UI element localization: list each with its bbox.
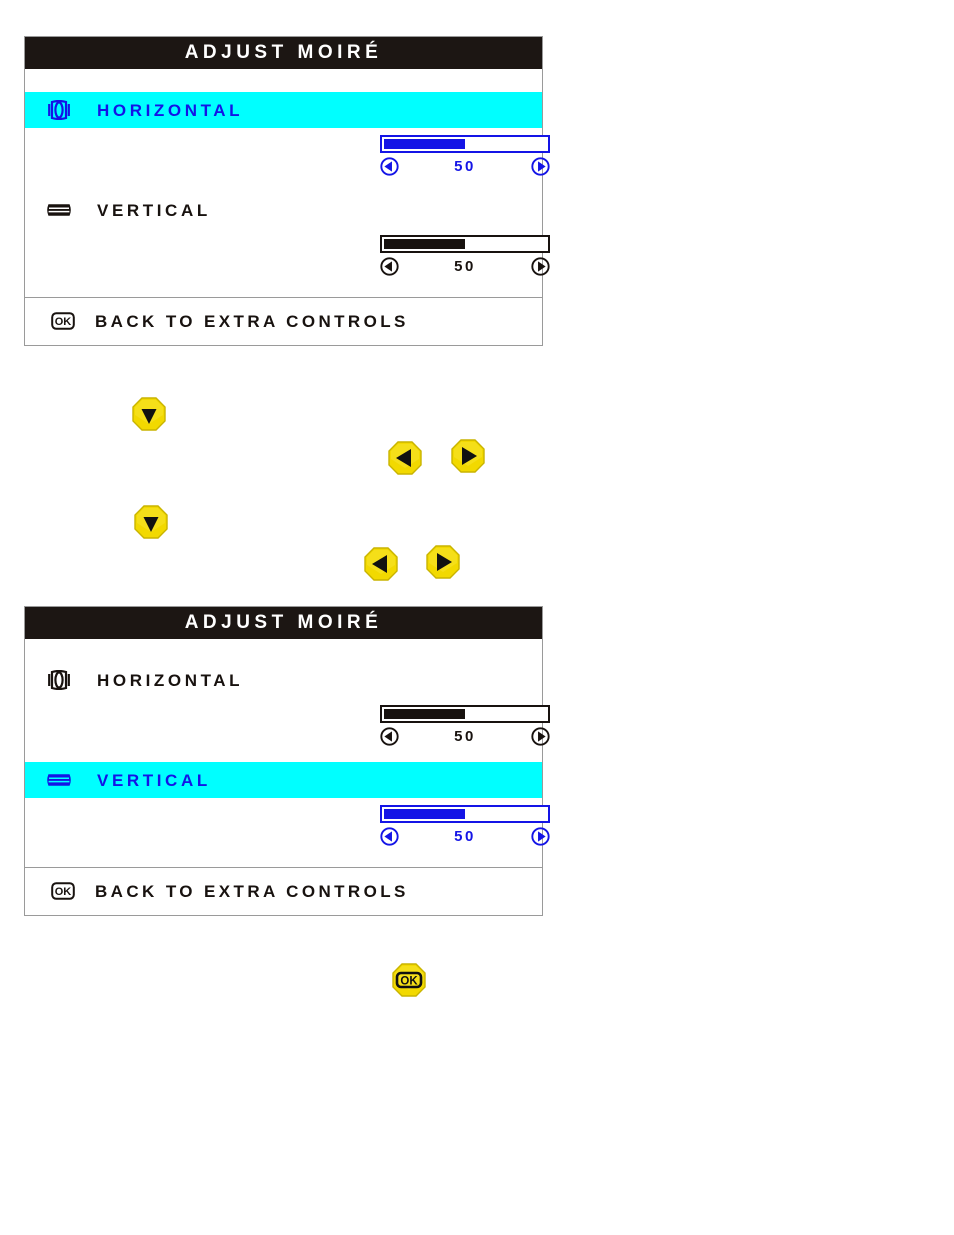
menu-item-label: HORIZONTAL (97, 100, 244, 120)
svg-text:OK: OK (55, 316, 72, 328)
horizontal-control-block: 50 (25, 128, 550, 178)
slider-fill (384, 239, 465, 249)
menu-item-back-to-extra-controls[interactable]: OK BACK TO EXTRA CONTROLS (25, 298, 542, 345)
increase-arrow-icon[interactable] (531, 257, 550, 276)
osd-panel-moire-horizontal-selected: ADJUST MOIRÉ HORIZONTAL 50 VERTICAL 50 O… (24, 36, 550, 346)
decrease-arrow-icon[interactable] (380, 727, 399, 746)
mid-spacer (25, 748, 542, 762)
moire-horizontal-icon (47, 100, 71, 120)
menu-item-back-to-extra-controls[interactable]: OK BACK TO EXTRA CONTROLS (25, 868, 542, 915)
horizontal-slider[interactable] (380, 705, 550, 723)
menu-item-label: VERTICAL (97, 200, 211, 220)
panel-title: ADJUST MOIRÉ (25, 607, 542, 639)
top-spacer (25, 69, 542, 92)
menu-item-label: VERTICAL (97, 770, 211, 790)
increase-arrow-icon[interactable] (531, 157, 550, 176)
panel-body: HORIZONTAL 50 VERTICAL 50 OK BACK TO EXT… (25, 639, 550, 915)
svg-text:OK: OK (55, 886, 72, 898)
right-hardware-button[interactable] (450, 438, 486, 474)
panel-body: HORIZONTAL 50 VERTICAL 50 OK BACK TO EXT… (25, 69, 550, 345)
slider-fill (384, 709, 465, 719)
increase-arrow-icon[interactable] (531, 827, 550, 846)
menu-item-horizontal[interactable]: HORIZONTAL (25, 662, 542, 698)
bottom-spacer (25, 848, 542, 863)
menu-item-vertical[interactable]: VERTICAL (25, 192, 542, 228)
back-label: BACK TO EXTRA CONTROLS (95, 311, 409, 331)
menu-item-vertical[interactable]: VERTICAL (25, 762, 542, 798)
ok-button-icon: OK (51, 882, 75, 900)
increase-arrow-icon[interactable] (531, 727, 550, 746)
svg-text:OK: OK (400, 976, 418, 988)
bottom-spacer (25, 278, 542, 293)
osd-panel-moire-vertical-selected: ADJUST MOIRÉ HORIZONTAL 50 VERTICAL 50 O… (24, 606, 550, 916)
back-label: BACK TO EXTRA CONTROLS (95, 881, 409, 901)
vertical-control-block: 50 (25, 228, 550, 278)
ok-button-icon: OK (51, 312, 75, 330)
horizontal-value: 50 (454, 728, 476, 745)
moire-vertical-icon (47, 770, 71, 790)
decrease-arrow-icon[interactable] (380, 157, 399, 176)
horizontal-control-block: 50 (25, 698, 550, 748)
decrease-arrow-icon[interactable] (380, 827, 399, 846)
vertical-slider[interactable] (380, 235, 550, 253)
left-hardware-button[interactable] (363, 546, 399, 582)
mid-spacer (25, 178, 542, 192)
moire-vertical-icon (47, 200, 71, 220)
vertical-value: 50 (454, 258, 476, 275)
horizontal-slider-controls: 50 (380, 157, 550, 176)
horizontal-slider-controls: 50 (380, 727, 550, 746)
horizontal-slider[interactable] (380, 135, 550, 153)
decrease-arrow-icon[interactable] (380, 257, 399, 276)
vertical-control-block: 50 (25, 798, 550, 848)
menu-item-label: HORIZONTAL (97, 670, 244, 690)
down-hardware-button[interactable] (131, 396, 167, 432)
right-hardware-button[interactable] (425, 544, 461, 580)
top-spacer (25, 639, 542, 662)
moire-horizontal-icon (47, 670, 71, 690)
panel-title: ADJUST MOIRÉ (25, 37, 542, 69)
left-hardware-button[interactable] (387, 440, 423, 476)
vertical-value: 50 (454, 828, 476, 845)
horizontal-value: 50 (454, 158, 476, 175)
vertical-slider-controls: 50 (380, 257, 550, 276)
vertical-slider[interactable] (380, 805, 550, 823)
vertical-slider-controls: 50 (380, 827, 550, 846)
down-hardware-button[interactable] (133, 504, 169, 540)
slider-fill (384, 809, 465, 819)
slider-fill (384, 139, 465, 149)
menu-item-horizontal[interactable]: HORIZONTAL (25, 92, 542, 128)
ok-hardware-button[interactable]: OK (391, 962, 427, 998)
